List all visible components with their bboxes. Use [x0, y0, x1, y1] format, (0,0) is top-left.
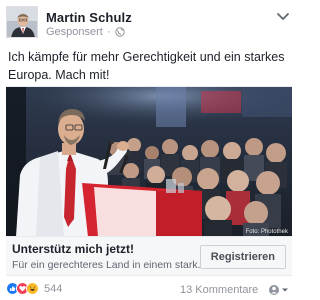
chevron-down-icon[interactable] — [276, 12, 290, 22]
cta-description: Für ein gerechteres Land in einem stark.… — [12, 259, 202, 271]
post-header: Martin Schulz Gesponsert · — [6, 6, 292, 40]
avatar-portrait — [7, 7, 37, 37]
link-preview[interactable]: Unterstütz mich jetzt! Für ein gerechter… — [6, 236, 292, 276]
comments-count[interactable]: 13 Kommentare — [180, 284, 258, 296]
author-name[interactable]: Martin Schulz — [46, 10, 132, 25]
reaction-count: 544 — [44, 282, 63, 295]
haha-reaction-icon — [26, 282, 39, 295]
globe-icon — [114, 27, 125, 37]
cta-title[interactable]: Unterstütz mich jetzt! — [12, 242, 134, 256]
reactions-summary[interactable]: 544 — [6, 282, 62, 295]
speech-photo — [6, 87, 292, 237]
sponsored-label[interactable]: Gesponsert — [46, 26, 103, 38]
separator-dot: · — [106, 26, 111, 38]
photo-credit: Foto: Photothek — [245, 229, 288, 235]
dropdown-icon[interactable] — [268, 284, 290, 296]
avatar[interactable] — [6, 6, 38, 38]
post-meta: Gesponsert · — [46, 26, 125, 38]
register-button[interactable]: Registrieren — [199, 245, 286, 269]
post-photo[interactable]: Foto: Photothek — [6, 86, 292, 237]
post-text: Ich kämpfe für mehr Gerechtigkeit und ei… — [8, 50, 285, 82]
post-footer: 544 13 Kommentare — [6, 282, 292, 298]
